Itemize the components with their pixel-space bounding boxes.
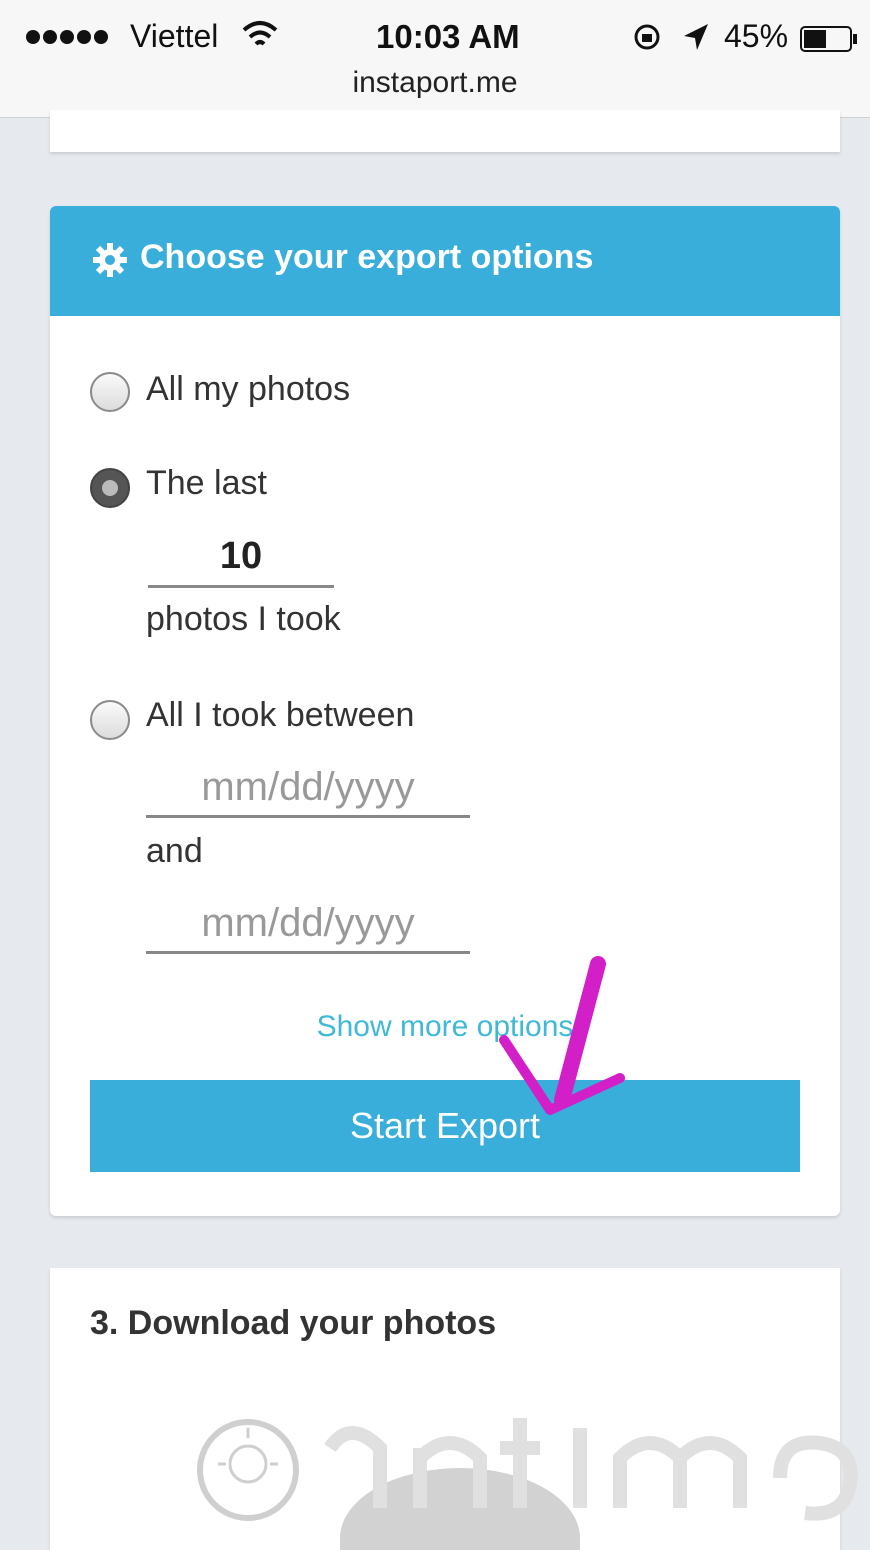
status-time: 10:03 AM bbox=[376, 18, 520, 55]
option-label-all-photos[interactable]: All my photos bbox=[146, 370, 350, 409]
rotation-lock-icon bbox=[634, 24, 660, 50]
carrier-name: Viettel bbox=[130, 18, 219, 54]
radio-the-last[interactable] bbox=[90, 468, 130, 508]
radio-between-dates[interactable] bbox=[90, 700, 130, 740]
show-more-options-link[interactable]: Show more options bbox=[50, 1010, 840, 1044]
status-bar: Viettel 10:03 AM 45% bbox=[0, 16, 870, 60]
export-options-card: Choose your export options All my photos… bbox=[50, 206, 840, 1216]
wifi-icon bbox=[242, 21, 278, 46]
battery-icon bbox=[800, 26, 857, 52]
previous-card bbox=[50, 110, 840, 152]
gear-icon bbox=[93, 243, 127, 277]
and-label: and bbox=[146, 832, 203, 870]
browser-top-bar: Viettel 10:03 AM 45% instaport.me bbox=[0, 0, 870, 118]
date-to-input[interactable]: mm/dd/yyyy bbox=[146, 894, 470, 954]
annotation-arrow-icon bbox=[499, 956, 625, 1115]
signal-strength-icon bbox=[26, 30, 108, 44]
photos-i-took-label: photos I took bbox=[146, 600, 341, 638]
last-count-input[interactable]: 10 bbox=[148, 528, 334, 588]
location-arrow-icon bbox=[684, 24, 708, 50]
battery-percent: 45% bbox=[724, 18, 789, 54]
date-from-input[interactable]: mm/dd/yyyy bbox=[146, 758, 470, 818]
option-label-the-last[interactable]: The last bbox=[146, 464, 267, 503]
watermark-logo-icon bbox=[197, 1418, 858, 1521]
radio-all-photos[interactable] bbox=[90, 372, 130, 412]
start-export-button[interactable]: Start Export bbox=[90, 1080, 800, 1172]
option-label-between[interactable]: All I took between bbox=[146, 696, 414, 735]
card-header: Choose your export options bbox=[50, 206, 840, 316]
address-bar-url[interactable]: instaport.me bbox=[0, 66, 870, 100]
card-title: Choose your export options bbox=[140, 238, 594, 276]
download-card-title: 3. Download your photos bbox=[90, 1304, 497, 1342]
